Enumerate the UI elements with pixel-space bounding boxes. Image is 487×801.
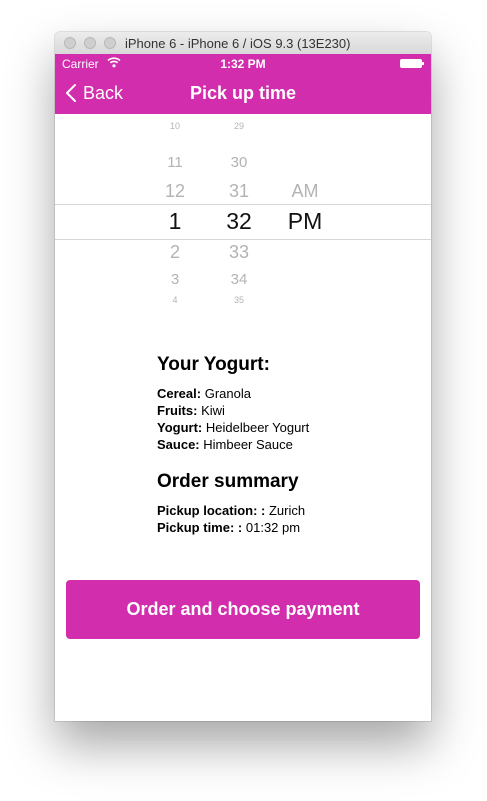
minute-option[interactable]: 31 — [209, 181, 269, 202]
hour-option[interactable]: 2 — [145, 242, 205, 263]
back-label: Back — [83, 82, 124, 103]
yogurt-line: Cereal: Granola — [157, 385, 417, 402]
time-picker[interactable]: 10 11 12 1 2 3 4 29 30 31 32 33 34 35 AM PM — [55, 114, 431, 314]
summary-line: Pickup time: : 01:32 pm — [157, 519, 417, 536]
minute-option[interactable]: 35 — [209, 295, 269, 305]
summary-line: Pickup location: : Zurich — [157, 502, 417, 519]
hour-wheel[interactable]: 10 11 12 1 2 3 4 — [145, 114, 205, 314]
window-title: iPhone 6 - iPhone 6 / iOS 9.3 (13E230) — [125, 36, 351, 51]
summary-line-label: Pickup location: : — [157, 503, 266, 518]
zoom-window-button[interactable] — [104, 37, 116, 49]
summary-line-value: 01:32 pm — [245, 520, 301, 535]
close-window-button[interactable] — [64, 37, 76, 49]
yogurt-line: Sauce: Himbeer Sauce — [157, 436, 417, 453]
hour-option[interactable]: 3 — [145, 271, 205, 288]
yogurt-line-label: Fruits: — [157, 403, 198, 418]
battery-icon — [400, 59, 424, 68]
navigation-bar: Back Pick up time — [55, 74, 431, 114]
minute-option[interactable]: 34 — [209, 271, 269, 288]
order-summary-heading: Order summary — [157, 471, 299, 492]
yogurt-line-value: Himbeer Sauce — [203, 437, 293, 452]
order-details: Your Yogurt: Cereal: Granola Fruits: Kiw… — [157, 354, 417, 536]
minute-option[interactable]: 33 — [209, 242, 269, 263]
simulator-window: iPhone 6 - iPhone 6 / iOS 9.3 (13E230) C… — [55, 32, 431, 721]
status-time: 1:32 PM — [220, 57, 266, 71]
yogurt-list: Cereal: Granola Fruits: Kiwi Yogurt: Hei… — [157, 385, 417, 453]
chevron-left-icon — [66, 84, 76, 102]
yogurt-line-label: Sauce: — [157, 437, 200, 452]
ampm-option[interactable]: AM — [275, 181, 335, 202]
yogurt-heading: Your Yogurt: — [157, 354, 270, 375]
yogurt-line-value: Kiwi — [201, 403, 225, 418]
hour-option[interactable]: 11 — [145, 154, 205, 171]
yogurt-line-value: Heidelbeer Yogurt — [205, 420, 310, 435]
yogurt-line-label: Cereal: — [157, 386, 202, 401]
ampm-wheel[interactable]: AM PM — [275, 114, 335, 314]
summary-line-label: Pickup time: : — [157, 520, 243, 535]
minute-option[interactable]: 32 — [209, 208, 269, 235]
order-and-pay-button[interactable]: Order and choose payment — [66, 580, 420, 639]
order-summary-list: Pickup location: : Zurich Pickup time: :… — [157, 502, 417, 536]
ampm-option[interactable]: PM — [275, 208, 335, 235]
minute-option[interactable]: 29 — [209, 121, 269, 131]
yogurt-line-value: Granola — [204, 386, 251, 401]
hour-option[interactable]: 4 — [145, 295, 205, 305]
minimize-window-button[interactable] — [84, 37, 96, 49]
status-bar: Carrier 1:32 PM — [55, 54, 431, 74]
yogurt-line-label: Yogurt: — [157, 420, 203, 435]
minute-wheel[interactable]: 29 30 31 32 33 34 35 — [209, 114, 269, 314]
window-title-bar: iPhone 6 - iPhone 6 / iOS 9.3 (13E230) — [55, 32, 431, 55]
hour-option[interactable]: 12 — [145, 181, 205, 202]
yogurt-line: Yogurt: Heidelbeer Yogurt — [157, 419, 417, 436]
minute-option[interactable]: 30 — [209, 154, 269, 171]
hour-option[interactable]: 1 — [145, 208, 205, 235]
hour-option[interactable]: 10 — [145, 121, 205, 131]
back-button[interactable]: Back — [65, 80, 123, 106]
yogurt-line: Fruits: Kiwi — [157, 402, 417, 419]
app-screen: Carrier 1:32 PM Back Pick up time 10 11 … — [55, 54, 431, 721]
summary-line-value: Zurich — [268, 503, 306, 518]
